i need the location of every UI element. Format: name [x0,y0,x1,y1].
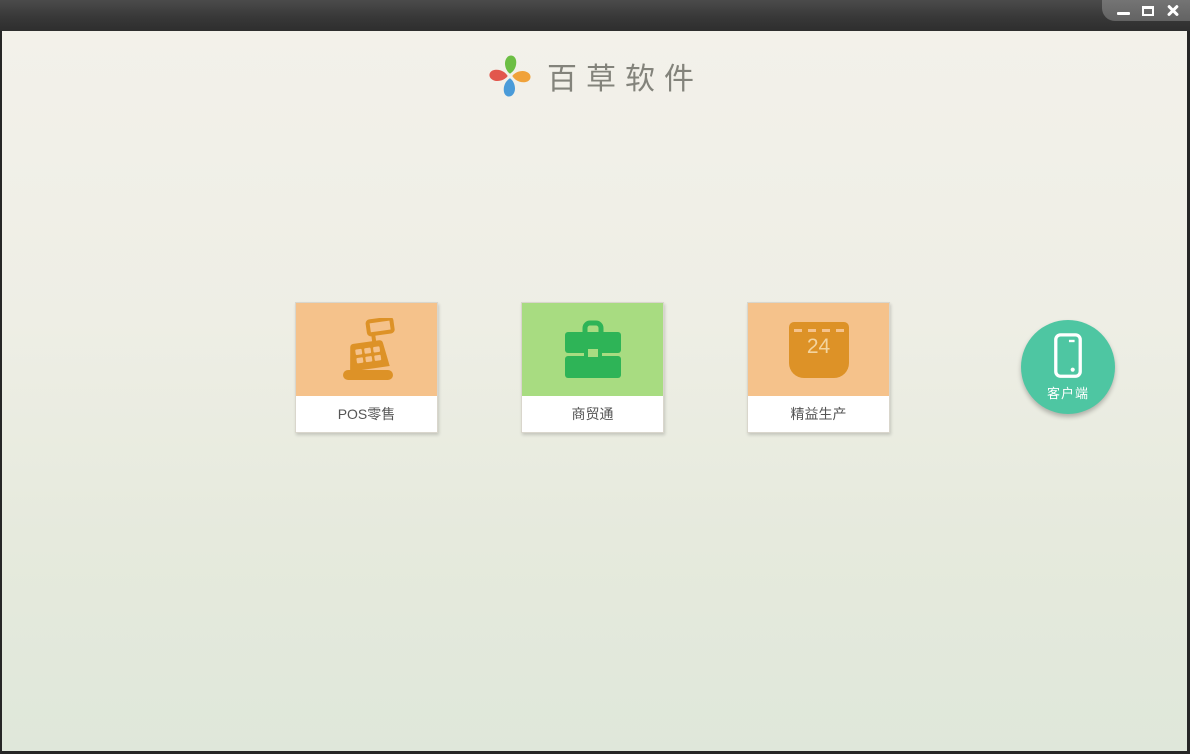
main-content: 百草软件 POS零售 商贸通 24 精益生产 客户端 [2,31,1187,751]
minimize-button[interactable] [1116,4,1130,18]
calendar-icon: 24 [788,321,849,378]
close-button[interactable] [1166,4,1180,18]
close-icon [1166,4,1180,18]
product-label-lean: 精益生产 [748,396,889,432]
client-button[interactable]: 客户端 [1021,320,1115,414]
product-label-pos: POS零售 [296,396,437,432]
pinwheel-logo-icon [489,55,531,97]
minimize-icon [1116,11,1130,15]
calendar-dashes [793,328,844,332]
maximize-button[interactable] [1141,4,1155,18]
product-tile-pos [296,303,437,396]
app-header: 百草软件 [2,53,1187,99]
title-bar [0,0,1190,31]
product-card-lean[interactable]: 24 精益生产 [747,302,890,433]
window-controls [1102,0,1190,21]
smartphone-icon [1054,332,1082,378]
calendar-day: 24 [806,334,831,358]
app-title: 百草软件 [547,62,703,97]
product-card-pos[interactable]: POS零售 [295,302,438,433]
product-label-trade: 商贸通 [522,396,663,432]
cash-register-icon [342,317,395,380]
product-card-trade[interactable]: 商贸通 [521,302,664,433]
app-window: 百草软件 POS零售 商贸通 24 精益生产 客户端 [0,0,1190,754]
product-tile-trade [522,303,663,396]
client-button-label: 客户端 [1046,385,1089,401]
maximize-icon [1142,5,1154,16]
product-tile-lean: 24 [748,303,889,396]
briefcase-icon [564,320,621,378]
